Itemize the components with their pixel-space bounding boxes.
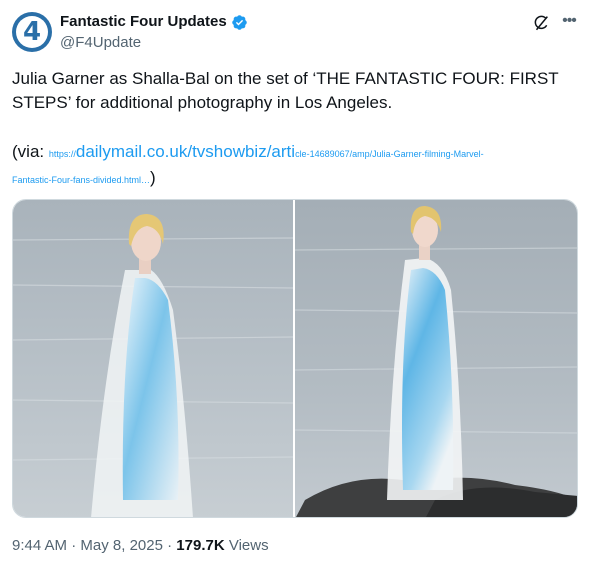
- views-count: 179.7K: [176, 537, 225, 554]
- source-link[interactable]: https://dailymail.co.uk/tvshowbiz/articl…: [12, 142, 484, 187]
- tweet-metadata: 9:44 AM · May 8, 2025 · 179.7K Views: [12, 536, 269, 556]
- tweet-text: Julia Garner as Shalla-Bal on the set of…: [12, 69, 559, 112]
- tweet-time[interactable]: 9:44 AM: [12, 537, 67, 554]
- author-handle[interactable]: @F4Update: [60, 33, 141, 53]
- tweet-date[interactable]: May 8, 2025: [80, 537, 163, 554]
- link-rest-2: Fantastic-Four-fans-divided.html: [12, 175, 142, 185]
- separator-dot: ·: [67, 537, 81, 554]
- more-options-icon[interactable]: •••: [558, 10, 580, 32]
- photo-2-image: [295, 200, 577, 517]
- views-label: Views: [224, 537, 269, 554]
- media-grid: [12, 199, 578, 518]
- link-main: dailymail.co.uk/tvshowbiz/arti: [75, 142, 296, 161]
- separator-dot: ·: [162, 537, 177, 554]
- display-name[interactable]: Fantastic Four Updates: [60, 12, 227, 32]
- via-prefix: (via:: [12, 142, 49, 161]
- avatar[interactable]: 4: [12, 12, 52, 52]
- grok-icon[interactable]: [532, 14, 550, 32]
- verified-badge-icon: [231, 14, 247, 30]
- link-rest-1: cle-14689067/amp/Julia-Garner-filming-Ma…: [295, 149, 484, 159]
- author-name-row: Fantastic Four Updates: [60, 12, 248, 32]
- photo-1-image: [13, 200, 293, 517]
- photo-1[interactable]: [13, 200, 293, 517]
- link-ellipsis: …: [141, 175, 151, 185]
- link-scheme: https://: [48, 149, 76, 159]
- tweet-source-line: (via: https://dailymail.co.uk/tvshowbiz/…: [12, 140, 572, 192]
- fantastic-four-logo-icon: 4: [16, 16, 48, 48]
- photo-2[interactable]: [295, 200, 577, 517]
- via-suffix: ): [150, 168, 156, 187]
